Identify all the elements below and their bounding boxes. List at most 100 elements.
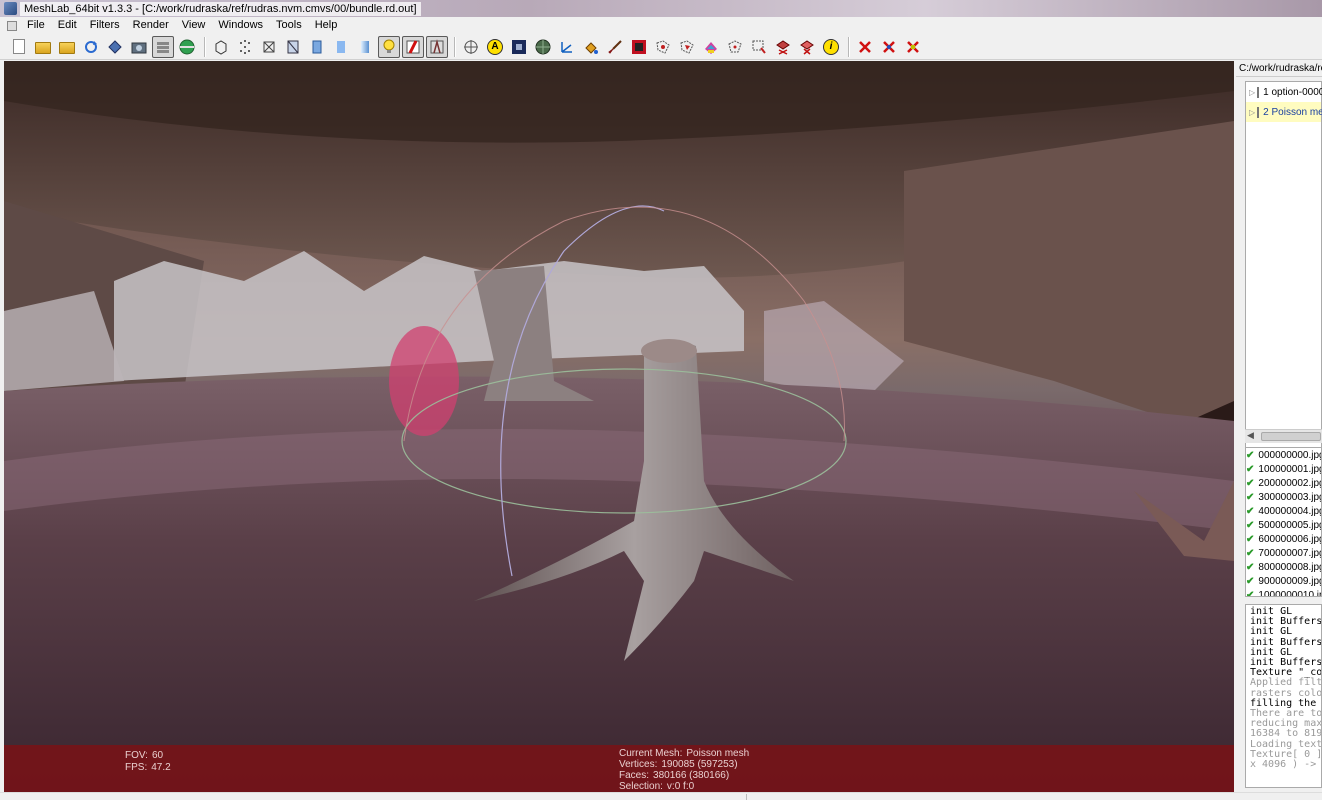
delete-vertices-icon — [800, 39, 814, 55]
visible-check-icon[interactable]: ✔ — [1246, 478, 1254, 489]
visible-check-icon[interactable]: ✔ — [1246, 464, 1254, 475]
visible-check-icon[interactable]: ✔ — [1246, 534, 1254, 545]
smooth-button[interactable] — [354, 36, 376, 58]
visible-check-icon[interactable]: ✔ — [1246, 492, 1254, 503]
raster-item[interactable]: ✔ 1 00000001.jpg — [1246, 462, 1321, 476]
visible-check-icon[interactable]: ✔ — [1246, 562, 1254, 573]
document-icon[interactable] — [7, 20, 17, 31]
double-side-lighting-button[interactable] — [402, 35, 424, 58]
manipulator-button[interactable] — [460, 36, 482, 58]
texture-button[interactable] — [508, 36, 530, 58]
layer-item-selected[interactable]: ▷ 2 Poisson mesh — [1246, 102, 1322, 122]
globe-button[interactable] — [176, 36, 198, 58]
visible-check-icon[interactable]: ✔ — [1246, 450, 1254, 461]
z-painting-button[interactable] — [628, 36, 650, 58]
flat-button[interactable] — [330, 36, 352, 58]
delete-raster-button[interactable] — [902, 36, 924, 58]
select-connected-button[interactable] — [700, 36, 722, 58]
menu-render[interactable]: Render — [127, 17, 176, 34]
globe-icon — [179, 39, 195, 54]
menu-tools[interactable]: Tools — [270, 17, 309, 34]
flat-lines-button[interactable] — [306, 36, 328, 58]
brush-button[interactable] — [604, 36, 626, 58]
mesh-layer-icon — [1257, 106, 1260, 118]
raster-item[interactable]: ✔ 2 00000002.jpg — [1246, 476, 1321, 490]
raster-item[interactable]: ✔ 1000000010.jpg — [1246, 588, 1321, 597]
fix-reference-button[interactable] — [724, 36, 746, 58]
layers-icon — [157, 41, 169, 53]
raster-item[interactable]: ✔ 3 00000003.jpg — [1246, 490, 1321, 504]
export-mesh-button[interactable] — [104, 36, 126, 58]
menu-windows[interactable]: Windows — [212, 17, 270, 34]
scroll-left-icon[interactable]: ◀ — [1247, 430, 1254, 441]
info-button[interactable]: i — [820, 36, 842, 58]
raster-list[interactable]: ✔ 0 00000000.jpg ✔ 1 00000001.jpg ✔ 2 00000002.j… — [1245, 447, 1322, 597]
info-left-block: FOV: 60 FPS: 47.2 — [125, 750, 171, 774]
delete-mesh-button[interactable] — [854, 36, 876, 58]
annotation-a-icon: A — [487, 38, 503, 55]
export-diamond-icon — [108, 39, 122, 54]
select-vertices-button[interactable] — [652, 36, 674, 58]
align-button[interactable] — [748, 36, 770, 58]
visible-check-icon[interactable]: ✔ — [1246, 576, 1254, 587]
raster-item[interactable]: ✔ 4 00000004.jpg — [1246, 504, 1321, 518]
new-document-icon — [13, 39, 25, 54]
layer-name: Poisson mesh — [1271, 106, 1322, 118]
3d-viewport[interactable]: FOV: 60 FPS: 47.2 Current Mesh: Poisson mes… — [4, 61, 1234, 792]
raster-item[interactable]: ✔ 8 00000008.jpg — [1246, 560, 1321, 574]
import-mesh-button[interactable] — [56, 36, 78, 58]
backface-culling-button[interactable] — [426, 35, 448, 58]
raster-item[interactable]: ✔ 7 00000007.jpg — [1246, 546, 1321, 560]
bounding-box-button[interactable] — [210, 36, 232, 58]
fov-readout: FOV: 60 — [125, 750, 164, 761]
visible-check-icon[interactable]: ✔ — [1246, 590, 1254, 597]
delete-x-icon — [859, 40, 871, 53]
z-paint-icon — [632, 39, 646, 54]
bounding-box-icon — [215, 39, 227, 55]
lighting-button[interactable] — [378, 35, 400, 58]
raster-name: 00000002.jpg — [1263, 477, 1322, 489]
delete-vertices-button[interactable] — [796, 36, 818, 58]
menu-help[interactable]: Help — [309, 17, 345, 34]
open-project-button[interactable] — [32, 36, 54, 58]
paint-bucket-button[interactable] — [580, 36, 602, 58]
menu-file[interactable]: File — [21, 17, 52, 34]
texture-icon — [512, 39, 526, 54]
wireframe-icon — [263, 41, 275, 52]
wireframe-button[interactable] — [258, 36, 280, 58]
layer-item[interactable]: ▷ 1 option-0000.ply — [1246, 82, 1322, 102]
folder-import-icon — [59, 42, 75, 54]
expand-arrow-icon[interactable]: ▷ — [1249, 88, 1255, 97]
scrollbar-thumb[interactable] — [1261, 432, 1321, 441]
menu-filters[interactable]: Filters — [84, 17, 127, 34]
snapshot-button[interactable] — [128, 36, 150, 58]
visible-check-icon[interactable]: ✔ — [1246, 548, 1254, 559]
visible-check-icon[interactable]: ✔ — [1246, 506, 1254, 517]
layer-tree-hscrollbar[interactable]: ◀ — [1245, 429, 1322, 443]
menu-view[interactable]: View — [176, 17, 213, 34]
quality-mapper-button[interactable] — [532, 36, 554, 58]
axis-button[interactable] — [556, 36, 578, 58]
menu-edit[interactable]: Edit — [52, 17, 84, 34]
delete-selected-button[interactable] — [878, 36, 900, 58]
delete-faces-button[interactable] — [772, 36, 794, 58]
visible-check-icon[interactable]: ✔ — [1246, 520, 1254, 531]
points-button[interactable] — [234, 36, 256, 58]
status-strip — [0, 792, 1322, 800]
select-faces-button[interactable] — [676, 36, 698, 58]
raster-item[interactable]: ✔ 6 00000006.jpg — [1246, 532, 1321, 546]
new-project-button[interactable] — [8, 36, 30, 58]
raster-item[interactable]: ✔ 5 00000005.jpg — [1246, 518, 1321, 532]
layers-toggle-button[interactable] — [152, 35, 174, 58]
expand-arrow-icon[interactable]: ▷ — [1249, 108, 1255, 117]
raster-name: 00000005.jpg — [1263, 519, 1322, 531]
reload-button[interactable] — [80, 36, 102, 58]
meshlab-app-icon[interactable] — [4, 2, 17, 15]
raster-name: 00000009.jpg — [1263, 575, 1322, 587]
mesh-render — [4, 61, 1234, 792]
raster-item[interactable]: ✔ 0 00000000.jpg — [1246, 448, 1321, 462]
raster-name: 00000010.jpg — [1269, 589, 1321, 597]
raster-item[interactable]: ✔ 9 00000009.jpg — [1246, 574, 1321, 588]
hidden-lines-button[interactable] — [282, 36, 304, 58]
annotation-button[interactable]: A — [484, 36, 506, 58]
